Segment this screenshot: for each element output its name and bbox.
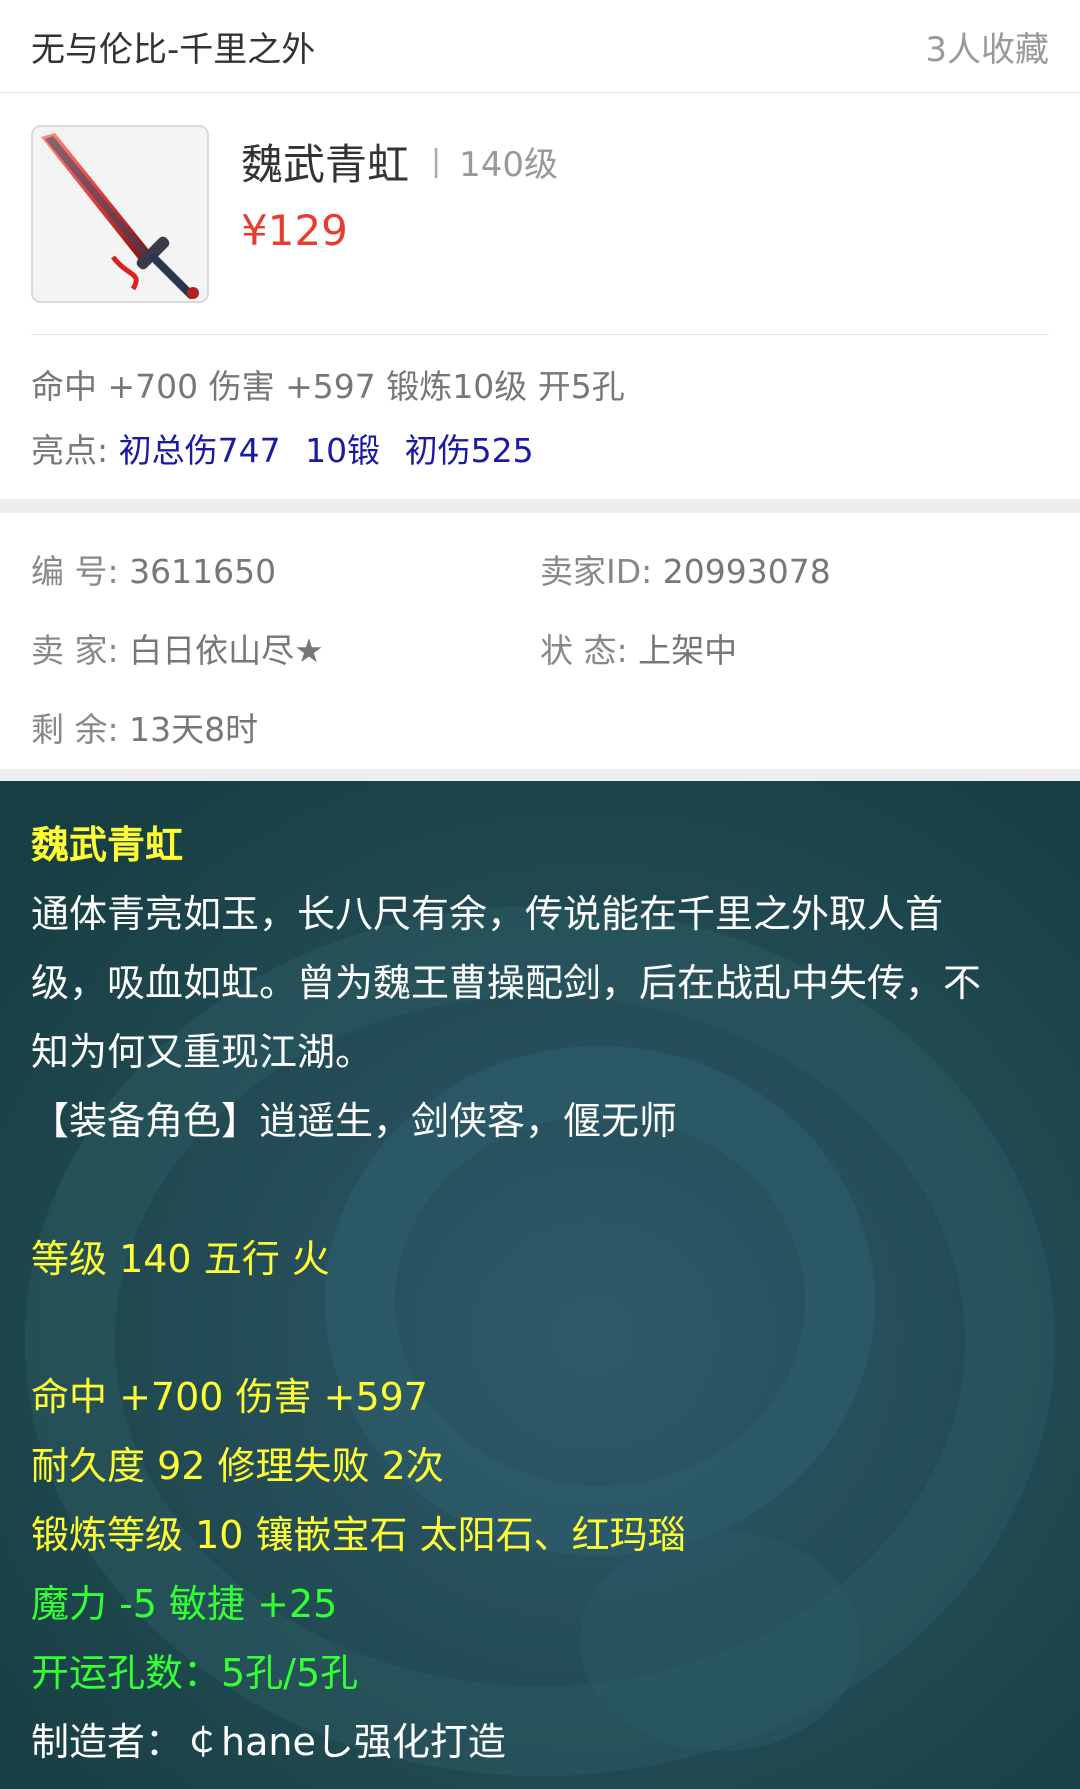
favorites-count[interactable]: 3人收藏 <box>925 22 1049 71</box>
highlight-tag: 初总伤747 <box>118 431 281 470</box>
item-info: 魏武青虹 | 140级 ¥129 <box>241 125 558 303</box>
desc-roles: 【装备角色】逍遥生，剑侠客，偃无师 <box>31 1099 678 1143</box>
desc-durability: 耐久度 92 修理失败 2次 <box>31 1444 444 1488</box>
desc-lore-line: 知为何又重现江湖。 <box>31 1030 374 1074</box>
desc-title: 魏武青虹 <box>31 823 184 867</box>
desc-lore-line: 通体青亮如玉，长八尺有余，传说能在千里之外取人首 <box>31 892 944 936</box>
highlight-tag: 10锻 <box>305 431 381 470</box>
status: 状 态: 上架中 <box>540 624 1049 672</box>
seller-id: 卖家ID: 20993078 <box>540 545 1049 593</box>
remaining-value: 13天8时 <box>129 709 259 749</box>
seller-value[interactable]: 白日依山尽★ <box>129 631 324 670</box>
number-label: 编 号: <box>31 551 119 591</box>
sword-icon <box>33 126 207 301</box>
divider: | <box>431 143 442 179</box>
desc-maker: 制造者：￠haneし强化打造 <box>31 1720 506 1764</box>
status-label: 状 态: <box>540 630 628 670</box>
item-price: ¥129 <box>241 205 348 255</box>
item-thumbnail[interactable] <box>31 124 209 303</box>
remaining-label: 剩 余: <box>31 709 119 749</box>
seller: 卖 家: 白日依山尽★ <box>31 624 540 672</box>
item-level: 140级 <box>459 144 559 185</box>
remaining-time: 剩 余: 13天8时 <box>31 703 556 751</box>
listing-meta: 编 号: 3611650 卖家ID: 20993078 卖 家: 白日依山尽★ … <box>0 513 1080 769</box>
section-divider <box>0 769 1080 781</box>
server-name: 无与伦比-千里之外 <box>31 29 316 70</box>
desc-lore-line: 级，吸血如虹。曾为魏王曹操配剑，后在战乱中失传，不 <box>31 961 982 1005</box>
item-description-panel: 魏武青虹 通体青亮如玉，长八尺有余，传说能在千里之外取人首 级，吸血如虹。曾为魏… <box>0 781 1080 1789</box>
listing-header: 无与伦比-千里之外 3人收藏 <box>0 0 1080 93</box>
item-overview: 魏武青虹 | 140级 ¥129 <box>31 93 1049 335</box>
listing-number: 编 号: 3611650 <box>31 545 540 593</box>
seller-id-value: 20993078 <box>662 551 831 591</box>
highlight-tag: 初伤525 <box>404 431 534 470</box>
highlights-label: 亮点: <box>31 431 109 470</box>
desc-level-element: 等级 140 五行 火 <box>31 1237 330 1281</box>
desc-forge: 锻炼等级 10 镶嵌宝石 太阳石、红玛瑙 <box>31 1513 686 1557</box>
seller-label: 卖 家: <box>31 630 119 670</box>
desc-holes: 开运孔数：5孔/5孔 <box>31 1651 359 1695</box>
desc-attack: 命中 +700 伤害 +597 <box>31 1375 428 1419</box>
item-summary: 命中 +700 伤害 +597 锻炼10级 开5孔 亮点: 初总伤747 10锻… <box>0 335 1080 499</box>
status-value: 上架中 <box>638 630 738 670</box>
number-value: 3611650 <box>129 551 277 591</box>
seller-id-label: 卖家ID: <box>540 551 653 591</box>
summary-stats: 命中 +700 伤害 +597 锻炼10级 开5孔 <box>31 367 625 406</box>
highlights-row: 亮点: 初总伤747 10锻 初伤525 <box>31 419 1049 483</box>
desc-bonus: 魔力 -5 敏捷 +25 <box>31 1582 338 1626</box>
section-divider <box>0 499 1080 513</box>
item-name: 魏武青虹 <box>241 139 410 189</box>
